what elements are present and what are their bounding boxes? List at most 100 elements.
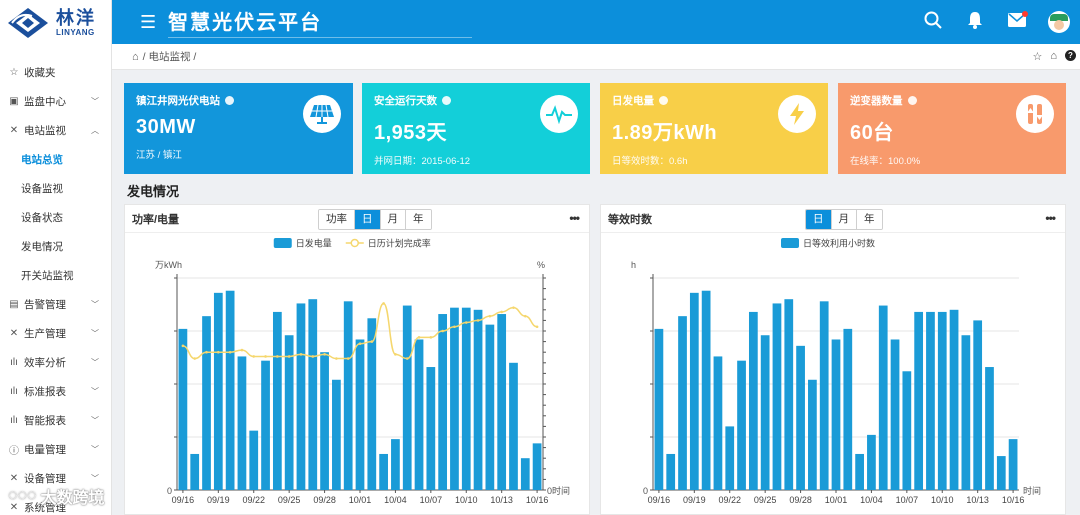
sidebar-subitem-switch-station[interactable]: 开关站监视 <box>0 261 111 290</box>
sidebar-item-favorites[interactable]: ☆ 收藏夹 <box>0 58 111 87</box>
bar <box>737 360 746 490</box>
bar <box>343 301 353 490</box>
legend-label: 日等效利用小时数 <box>803 238 875 249</box>
tab-month[interactable]: 月 <box>831 210 857 229</box>
x-tick-label: 09/22 <box>242 495 265 505</box>
menu-icon[interactable]: ☰ <box>140 12 156 33</box>
x-tick-label: 09/16 <box>172 495 195 505</box>
line-point <box>276 355 279 358</box>
info-icon[interactable] <box>442 96 451 105</box>
bar <box>902 371 912 490</box>
tab-year[interactable]: 年 <box>857 210 882 229</box>
card-title: 日发电量 <box>612 95 654 107</box>
card-subtext: 并网日期：2015-06-12 <box>374 156 471 167</box>
bar <box>949 309 959 490</box>
tab-year[interactable]: 年 <box>406 210 431 229</box>
lightning-icon <box>778 95 816 133</box>
bar <box>784 299 794 490</box>
equivalent-hours-chart: h0 时间09/16 09/19 09/22 09/25 09/28 10/01 10/04 1… <box>631 238 1041 506</box>
mail-icon[interactable] <box>996 10 1038 32</box>
line-point <box>287 355 291 358</box>
pulse-icon <box>540 95 578 133</box>
line-point <box>488 314 492 318</box>
notification-dot <box>1022 10 1028 17</box>
tab-month[interactable]: 月 <box>380 210 406 229</box>
home-icon[interactable]: ⌂ <box>132 51 139 63</box>
sidebar-item-efficiency[interactable]: ılı 效率分析 ﹀ <box>0 348 111 377</box>
home-icon[interactable]: ⌂ <box>1050 50 1057 63</box>
user-avatar[interactable] <box>1038 11 1080 33</box>
bar <box>961 335 971 490</box>
line-point <box>523 314 527 318</box>
bar <box>1008 439 1018 490</box>
safe-days-card[interactable]: 安全运行天数 1,953天 并网日期：2015-06-12 <box>362 83 590 174</box>
chevron-down-icon: ﹀ <box>91 97 99 106</box>
tab-power[interactable]: 功率 <box>319 210 355 229</box>
sidebar-item-monitor-center[interactable]: ▣ 监盘中心 ﹀ <box>0 87 111 116</box>
tab-day[interactable]: 日 <box>806 210 832 229</box>
bar <box>402 305 412 490</box>
bar <box>890 339 900 490</box>
bar <box>332 379 341 490</box>
sidebar-subitem-device-status[interactable]: 设备状态 <box>0 203 111 232</box>
tools-icon: ✕ <box>9 328 19 339</box>
bar <box>926 311 935 490</box>
line-point <box>453 325 456 329</box>
inverter-card[interactable]: 逆变器数量 60台 在线率：100.0% <box>838 83 1066 174</box>
sidebar-item-standard-report[interactable]: ılı 标准报表 ﹀ <box>0 377 111 406</box>
x-axis-end-label: 时间 <box>1023 485 1041 496</box>
chevron-down-icon: ﹀ <box>91 387 99 396</box>
info-icon[interactable] <box>907 96 917 105</box>
help-icon[interactable]: ? <box>1065 50 1076 61</box>
y-axis-label: 万kWh <box>155 260 182 270</box>
bar <box>796 345 805 490</box>
bar <box>831 339 841 490</box>
brand-logo[interactable]: 林洋 LINYANG <box>0 0 111 46</box>
bar <box>713 356 723 490</box>
line-point <box>299 353 303 356</box>
x-tick-label: 10/16 <box>1002 495 1025 505</box>
x-tick-label: 10/04 <box>860 495 883 505</box>
line-point <box>240 348 244 352</box>
search-icon[interactable] <box>912 11 954 34</box>
bar <box>450 307 459 490</box>
period-tabs: 功率 日 月 年 <box>318 209 432 230</box>
power-energy-chart: 万kWh %0 0时间09/16 09/19 09/22 09/25 09/28 10/01 1… <box>155 238 570 506</box>
sidebar-item-production[interactable]: ✕ 生产管理 ﹀ <box>0 319 111 348</box>
legend-swatch <box>273 238 292 248</box>
more-options-icon[interactable]: ••• <box>569 211 580 225</box>
x-tick-label: 09/28 <box>789 495 812 505</box>
chevron-down-icon: ﹀ <box>91 445 99 454</box>
sidebar-item-energy[interactable]: ⓘ 电量管理 ﹀ <box>0 435 111 464</box>
alarm-icon: ▤ <box>9 299 19 310</box>
bell-icon[interactable] <box>954 11 996 34</box>
bar <box>867 434 876 490</box>
y2-axis-label: % <box>537 260 545 270</box>
daily-energy-card[interactable]: 日发电量 1.89万kWh 日等效时数：0.6h <box>600 83 828 174</box>
x-tick-label: 09/19 <box>683 495 706 505</box>
line-point <box>476 319 480 322</box>
sidebar-item-smart-report[interactable]: ılı 智能报表 ﹀ <box>0 406 111 435</box>
tab-day[interactable]: 日 <box>355 210 381 229</box>
breadcrumb-path[interactable]: / 电站监视 / <box>143 49 197 64</box>
info-icon[interactable] <box>225 96 234 105</box>
linyang-logo-icon <box>6 6 50 40</box>
sidebar-item-station-monitor[interactable]: ✕ 电站监视 ︿ <box>0 116 111 145</box>
sidebar-subitem-device-monitor[interactable]: 设备监视 <box>0 174 111 203</box>
more-options-icon[interactable]: ••• <box>1045 211 1056 225</box>
bar <box>973 320 983 490</box>
x-tick-label: 09/19 <box>207 495 230 505</box>
line-point <box>252 355 256 358</box>
sidebar-subitem-generation[interactable]: 发电情况 <box>0 232 111 261</box>
bar <box>654 328 664 490</box>
x-tick-label: 10/10 <box>931 495 954 505</box>
sidebar-item-alarm[interactable]: ▤ 告警管理 ﹀ <box>0 290 111 319</box>
line-point <box>346 357 350 360</box>
x-tick-label: 10/01 <box>349 495 372 505</box>
sidebar-subitem-station-overview[interactable]: 电站总览 <box>0 145 111 174</box>
tools-icon: ✕ <box>9 473 19 484</box>
line-point <box>205 350 208 354</box>
info-icon[interactable] <box>659 96 668 105</box>
station-card[interactable]: 镇江井网光伏电站 30MW 江苏 / 镇江 <box>124 83 353 174</box>
star-icon[interactable]: ☆ <box>1032 50 1042 63</box>
